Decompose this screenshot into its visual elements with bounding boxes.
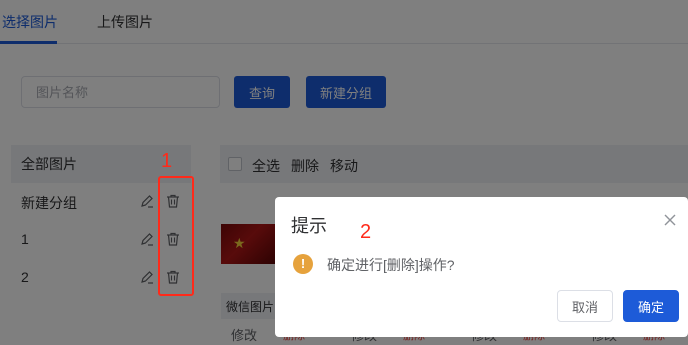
confirm-dialog: 提示 2 ! 确定进行[删除]操作? 取消 确定: [275, 197, 688, 337]
dialog-title: 提示: [291, 216, 327, 236]
annotation-number-1: 1: [161, 150, 173, 172]
annotation-highlight-box: [158, 176, 194, 296]
annotation-number-2: 2: [360, 221, 372, 243]
exclamation-icon: !: [293, 254, 313, 274]
cancel-button[interactable]: 取消: [557, 290, 613, 322]
dialog-message: 确定进行[删除]操作?: [327, 257, 455, 273]
close-icon[interactable]: [663, 213, 677, 227]
confirm-button[interactable]: 确定: [623, 290, 679, 322]
